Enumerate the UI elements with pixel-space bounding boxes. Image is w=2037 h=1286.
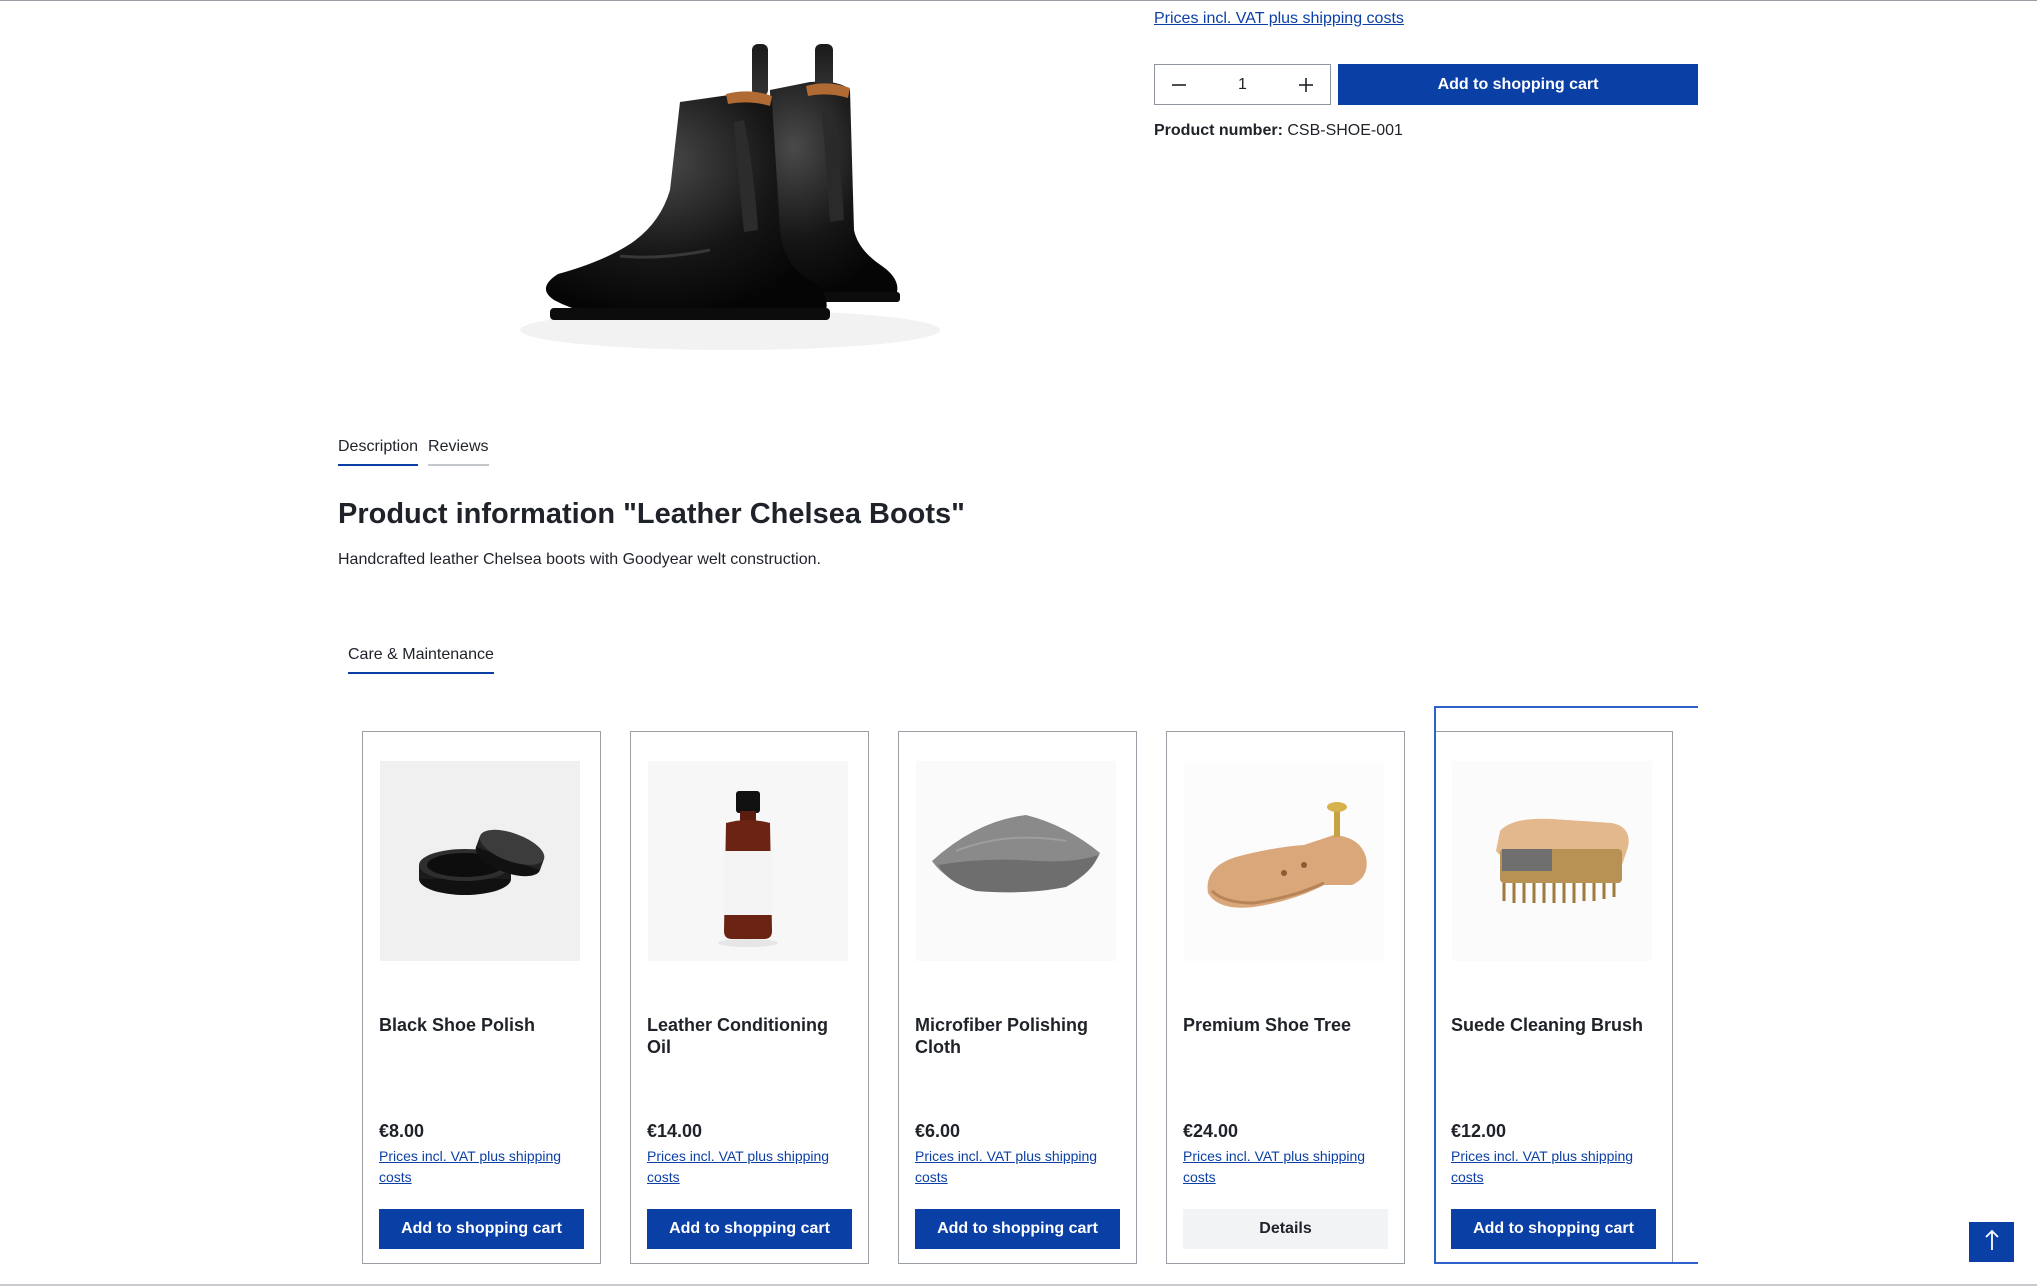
add-to-cart-button[interactable]: Add to shopping cart bbox=[1451, 1209, 1656, 1249]
product-number-label: Product number: bbox=[1154, 122, 1283, 139]
details-button[interactable]: Details bbox=[1183, 1209, 1388, 1249]
scroll-to-top-button[interactable] bbox=[1969, 1222, 2014, 1262]
oil-bottle-image[interactable] bbox=[648, 761, 848, 961]
product-card[interactable]: Leather Conditioning Oil €14.00 Prices i… bbox=[630, 731, 869, 1264]
product-price: €8.00 bbox=[379, 1121, 425, 1141]
product-name[interactable]: Black Shoe Polish bbox=[379, 1014, 584, 1036]
product-card[interactable]: Microfiber Polishing Cloth €6.00 Prices … bbox=[898, 731, 1137, 1264]
product-detail-tabs: Description Reviews bbox=[338, 438, 489, 466]
tab-care-maintenance[interactable]: Care & Maintenance bbox=[348, 646, 494, 674]
add-to-cart-button[interactable]: Add to shopping cart bbox=[379, 1209, 584, 1249]
product-name[interactable]: Suede Cleaning Brush bbox=[1451, 1014, 1656, 1036]
vat-shipping-link[interactable]: Prices incl. VAT plus shipping costs bbox=[379, 1146, 584, 1188]
add-to-cart-button[interactable]: Add to shopping cart bbox=[647, 1209, 852, 1249]
plus-icon[interactable] bbox=[1294, 73, 1318, 97]
product-number: Product number: CSB-SHOE-001 bbox=[1154, 122, 1403, 140]
product-main-image[interactable] bbox=[510, 30, 940, 360]
vat-shipping-link[interactable]: Prices incl. VAT plus shipping costs bbox=[647, 1146, 852, 1188]
vat-shipping-link[interactable]: Prices incl. VAT plus shipping costs bbox=[1451, 1146, 1656, 1188]
product-name[interactable]: Microfiber Polishing Cloth bbox=[915, 1014, 1120, 1058]
product-price: €6.00 bbox=[915, 1121, 961, 1141]
product-name[interactable]: Premium Shoe Tree bbox=[1183, 1014, 1388, 1036]
vat-shipping-link[interactable]: Prices incl. VAT plus shipping costs bbox=[1154, 10, 1404, 28]
top-divider bbox=[0, 0, 2037, 1]
vat-shipping-link[interactable]: Prices incl. VAT plus shipping costs bbox=[1183, 1146, 1388, 1188]
product-name[interactable]: Leather Conditioning Oil bbox=[647, 1014, 852, 1058]
shoe-polish-tin-image[interactable] bbox=[380, 761, 580, 961]
product-card[interactable]: Black Shoe Polish €8.00 Prices incl. VAT… bbox=[362, 731, 601, 1264]
tab-description[interactable]: Description bbox=[338, 438, 419, 466]
product-description: Handcrafted leather Chelsea boots with G… bbox=[338, 551, 821, 568]
add-to-cart-button[interactable]: Add to shopping cart bbox=[1338, 64, 1698, 105]
vat-shipping-link[interactable]: Prices incl. VAT plus shipping costs bbox=[915, 1146, 1120, 1188]
polishing-cloth-image[interactable] bbox=[916, 761, 1116, 961]
tab-reviews[interactable]: Reviews bbox=[428, 438, 489, 466]
shoe-tree-image[interactable] bbox=[1184, 761, 1384, 961]
product-card[interactable]: Premium Shoe Tree €24.00 Prices incl. VA… bbox=[1166, 731, 1405, 1264]
quantity-input[interactable] bbox=[1212, 75, 1273, 94]
product-price: €14.00 bbox=[647, 1121, 703, 1141]
minus-icon[interactable] bbox=[1167, 73, 1191, 97]
product-price: €12.00 bbox=[1451, 1121, 1507, 1141]
product-info-title: Product information "Leather Chelsea Boo… bbox=[338, 498, 965, 530]
suede-brush-image[interactable] bbox=[1452, 761, 1652, 961]
product-price: €24.00 bbox=[1183, 1121, 1239, 1141]
product-card[interactable]: Suede Cleaning Brush €12.00 Prices incl.… bbox=[1434, 731, 1673, 1264]
quantity-stepper[interactable] bbox=[1154, 64, 1331, 105]
product-number-value: CSB-SHOE-001 bbox=[1287, 122, 1403, 139]
add-to-cart-button[interactable]: Add to shopping cart bbox=[915, 1209, 1120, 1249]
arrow-up-icon bbox=[1983, 1228, 2001, 1257]
